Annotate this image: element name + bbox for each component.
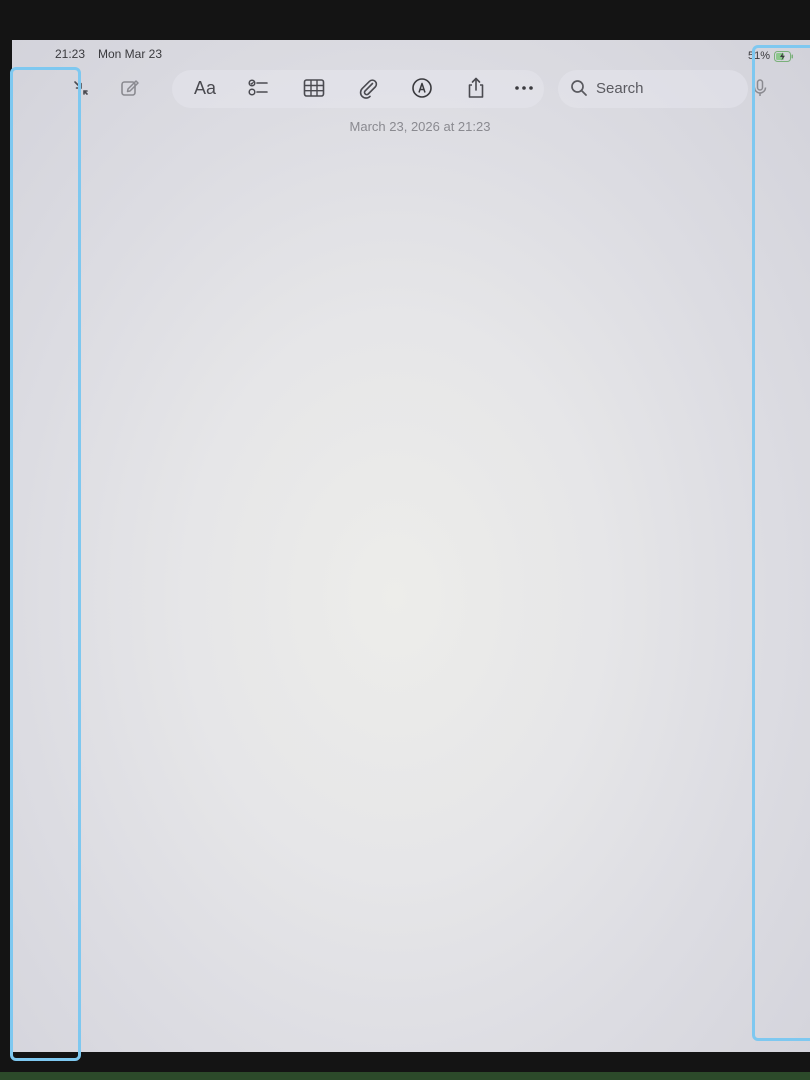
markup-button[interactable] bbox=[408, 70, 436, 106]
bottom-edge bbox=[0, 1072, 810, 1080]
note-toolbar: Aa Search bbox=[12, 70, 810, 110]
ellipsis-icon bbox=[515, 86, 533, 90]
status-date: Mon Mar 23 bbox=[98, 47, 163, 61]
table-button[interactable] bbox=[300, 70, 328, 106]
more-button[interactable] bbox=[510, 70, 538, 106]
microphone-icon bbox=[753, 79, 767, 96]
share-button[interactable] bbox=[462, 70, 490, 106]
new-note-button[interactable] bbox=[116, 70, 144, 106]
table-icon bbox=[303, 79, 325, 97]
battery-charging-icon bbox=[774, 51, 793, 62]
attachment-button[interactable] bbox=[354, 70, 382, 106]
share-icon bbox=[468, 77, 484, 98]
paperclip-icon bbox=[359, 79, 378, 99]
note-body[interactable] bbox=[82, 150, 742, 1040]
search-placeholder: Search bbox=[596, 80, 644, 97]
collapse-button[interactable] bbox=[64, 70, 98, 106]
notes-screen: 21:23 Mon Mar 23 51% Aa Search March 23,… bbox=[12, 40, 810, 1052]
arrows-collapse-icon bbox=[74, 81, 88, 95]
search-icon-wrap bbox=[568, 70, 590, 106]
device-frame: 21:23 Mon Mar 23 51% Aa Search March 23,… bbox=[0, 0, 810, 1080]
compose-icon bbox=[121, 80, 139, 96]
status-time: 21:23 bbox=[55, 47, 86, 61]
dictation-button[interactable] bbox=[748, 70, 772, 106]
checklist-icon bbox=[248, 79, 268, 96]
search-icon bbox=[571, 80, 587, 96]
markup-pen-icon bbox=[412, 78, 432, 98]
battery-percentage: 51% bbox=[747, 50, 770, 62]
checklist-button[interactable] bbox=[244, 70, 272, 106]
format-label: Aa bbox=[193, 77, 217, 98]
status-bar: 21:23 Mon Mar 23 51% bbox=[12, 40, 810, 68]
format-button[interactable]: Aa bbox=[188, 70, 222, 106]
note-timestamp: March 23, 2026 at 21:23 bbox=[349, 119, 491, 134]
